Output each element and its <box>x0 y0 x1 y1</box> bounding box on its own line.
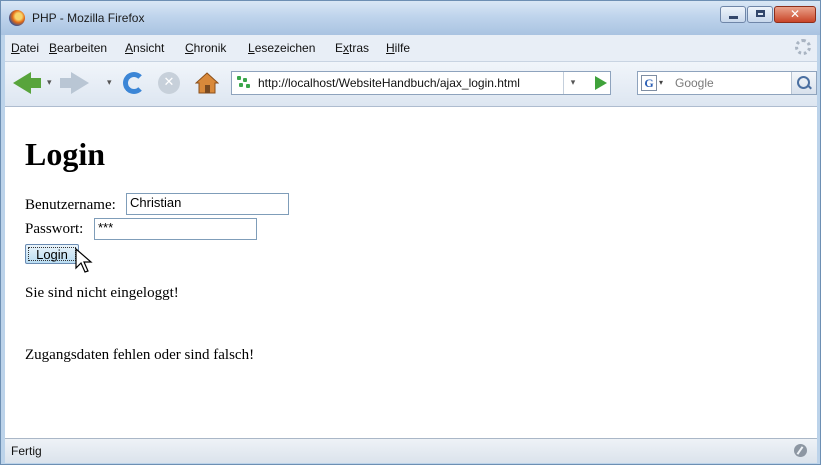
menu-bar: Datei Bearbeiten Ansicht Chronik Lesezei… <box>5 35 817 62</box>
password-label: Passwort: <box>25 221 84 237</box>
url-text[interactable]: http://localhost/WebsiteHandbuch/ajax_lo… <box>258 76 520 90</box>
menu-ansicht[interactable]: Ansicht <box>125 41 164 55</box>
maximize-button[interactable] <box>747 6 773 23</box>
firefox-icon <box>9 10 25 26</box>
browser-window: PHP - Mozilla Firefox ✕ Datei Bearbeiten… <box>0 0 821 465</box>
back-icon-tail <box>27 78 41 88</box>
window-title: PHP - Mozilla Firefox <box>32 11 145 25</box>
login-status-message: Sie sind nicht eingeloggt! <box>25 285 179 301</box>
navigation-toolbar: ▾ ▾ ✕ http://localhost/WebsiteHandbuch/a… <box>5 62 817 107</box>
password-field[interactable]: *** <box>94 218 257 240</box>
menu-datei[interactable]: Datei <box>11 41 39 55</box>
site-icon <box>237 76 251 90</box>
menu-lesezeichen[interactable]: Lesezeichen <box>248 41 315 55</box>
stop-icon[interactable]: ✕ <box>158 72 180 94</box>
search-input[interactable]: Google <box>675 76 714 90</box>
search-engine-dropdown[interactable]: ▾ <box>659 78 663 87</box>
username-field[interactable]: Christian <box>126 193 289 215</box>
menu-chronik[interactable]: Chronik <box>185 41 226 55</box>
menu-hilfe[interactable]: Hilfe <box>386 41 410 55</box>
username-label: Benutzername: <box>25 197 116 213</box>
menu-extras[interactable]: Extras <box>335 41 369 55</box>
url-bar[interactable]: http://localhost/WebsiteHandbuch/ajax_lo… <box>231 71 611 95</box>
throbber-icon <box>795 39 811 55</box>
status-bar: Fertig <box>5 438 817 463</box>
status-icon <box>794 444 807 457</box>
search-button[interactable] <box>791 72 816 94</box>
mouse-cursor-icon <box>75 248 93 273</box>
title-bar: PHP - Mozilla Firefox ✕ <box>1 1 820 35</box>
window-controls: ✕ <box>719 6 816 23</box>
minimize-button[interactable] <box>720 6 746 23</box>
go-icon[interactable] <box>595 76 607 90</box>
reload-icon[interactable] <box>123 72 145 94</box>
url-history-dropdown[interactable]: ▾ <box>563 72 582 94</box>
close-button[interactable]: ✕ <box>774 6 816 23</box>
forward-icon[interactable] <box>71 72 89 94</box>
error-message: Zugangsdaten fehlen oder sind falsch! <box>25 347 255 363</box>
close-icon: ✕ <box>789 7 801 21</box>
status-text: Fertig <box>11 444 42 458</box>
minimize-icon <box>729 16 738 19</box>
search-engine-icon[interactable]: G <box>641 75 657 91</box>
maximize-icon <box>756 10 765 17</box>
page-heading: Login <box>25 136 106 172</box>
home-icon[interactable] <box>195 71 219 95</box>
search-bar[interactable]: G ▾ Google <box>637 71 817 95</box>
login-button[interactable]: Login <box>25 244 79 264</box>
page-content: Login Benutzername: Christian Passwort: … <box>15 109 817 437</box>
menu-bearbeiten[interactable]: Bearbeiten <box>49 41 107 55</box>
forward-history-dropdown[interactable]: ▾ <box>107 78 112 88</box>
back-history-dropdown[interactable]: ▾ <box>47 78 52 88</box>
